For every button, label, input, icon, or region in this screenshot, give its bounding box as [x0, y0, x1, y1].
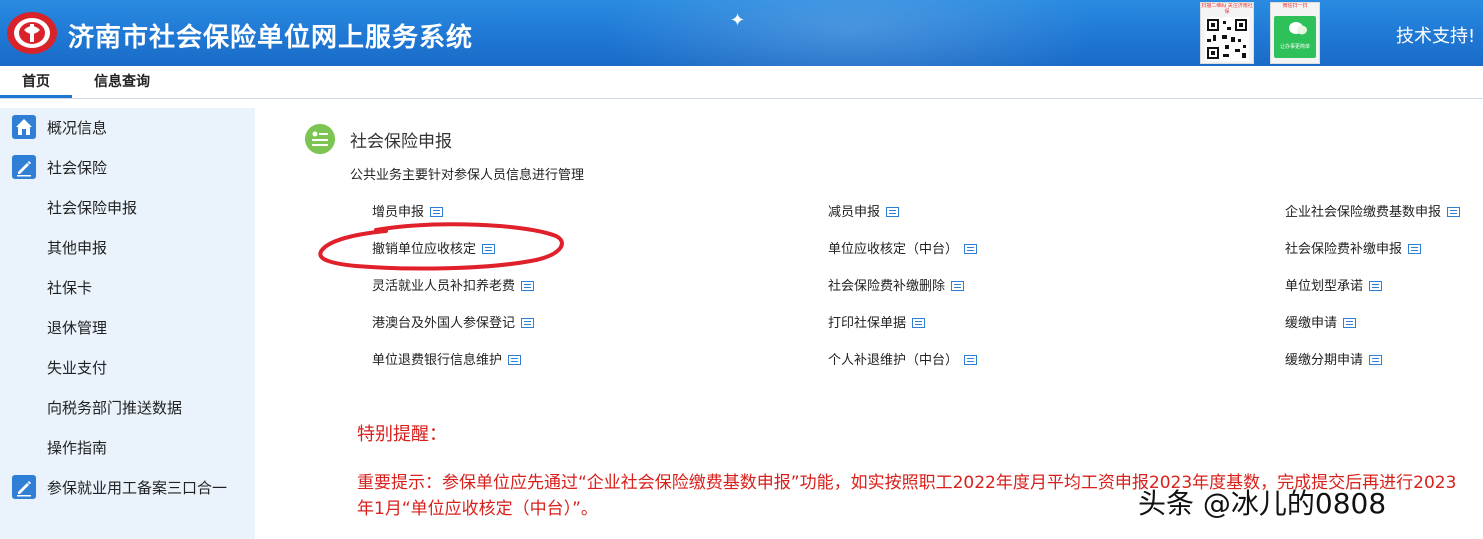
sidebar-item-si-declare[interactable]: 社会保险申报	[0, 188, 255, 228]
site-title: 济南市社会保险单位网上服务系统	[68, 23, 474, 53]
service-link[interactable]: 社会保险费补缴申报	[1285, 238, 1422, 257]
service-label: 单位应收核定（中台）	[828, 242, 959, 257]
document-icon	[964, 355, 978, 365]
social-security-logo-icon	[7, 12, 57, 54]
annotation-circle	[318, 222, 564, 271]
top-nav: 首页 信息查询	[0, 66, 1483, 99]
wechat-scan-card: 微信扫一扫 让办事更简单	[1270, 2, 1320, 64]
sidebar-item-other-declare[interactable]: 其他申报	[0, 228, 255, 268]
wechat-sub: 让办事更简单	[1279, 44, 1310, 50]
sidebar-item-tax-push[interactable]: 向税务部门推送数据	[0, 388, 255, 428]
document-icon	[1369, 355, 1383, 365]
qr-code-follow: 扫描二维码 关注济南社保	[1200, 2, 1254, 64]
qr2-caption: 微信扫一扫	[1282, 3, 1308, 9]
sidebar-item-label: 失业支付	[47, 359, 108, 377]
service-label: 减员申报	[828, 205, 881, 220]
service-label: 社会保险费补缴删除	[828, 279, 946, 294]
document-icon	[1369, 281, 1383, 291]
edit-icon	[12, 155, 36, 179]
sidebar-item-employment-filing[interactable]: 参保就业用工备案三口合一	[0, 468, 255, 508]
service-label: 缓缴分期申请	[1285, 353, 1364, 368]
service-label: 单位退费银行信息维护	[372, 353, 503, 368]
list-icon	[305, 124, 335, 154]
service-link[interactable]: 打印社保单据	[828, 312, 926, 331]
service-link[interactable]: 港澳台及外国人参保登记	[372, 312, 535, 331]
service-link[interactable]: 单位应收核定（中台）	[828, 238, 978, 257]
banner-glow	[600, 0, 1100, 66]
service-label: 社会保险费补缴申报	[1285, 242, 1403, 257]
home-icon	[12, 115, 36, 139]
tab-home[interactable]: 首页	[0, 66, 72, 98]
sidebar-item-label: 社会保险	[47, 159, 108, 177]
sidebar-item-social-insurance[interactable]: 社会保险	[0, 148, 255, 188]
sidebar-item-label: 社保卡	[47, 279, 93, 297]
wechat-panel: 让办事更简单	[1274, 16, 1316, 58]
service-link[interactable]: 灵活就业人员补扣养老费	[372, 275, 535, 294]
document-icon	[521, 281, 535, 291]
service-label: 增员申报	[372, 205, 425, 220]
sidebar-item-unemployment[interactable]: 失业支付	[0, 348, 255, 388]
tech-support-text: 技术支持!	[1396, 26, 1476, 47]
service-link[interactable]: 企业社会保险缴费基数申报	[1285, 201, 1461, 220]
service-link[interactable]: 单位退费银行信息维护	[372, 349, 522, 368]
service-label: 单位划型承诺	[1285, 279, 1364, 294]
sidebar-item-label: 概况信息	[47, 119, 108, 137]
sidebar-item-label: 参保就业用工备案三口合一	[47, 479, 228, 497]
sidebar-item-si-card[interactable]: 社保卡	[0, 268, 255, 308]
document-icon	[430, 207, 444, 217]
service-link[interactable]: 增员申报	[372, 201, 444, 220]
service-link[interactable]: 个人补退维护（中台）	[828, 349, 978, 368]
document-icon	[521, 318, 535, 328]
document-icon	[1447, 207, 1461, 217]
wechat-icon	[1289, 22, 1307, 35]
tab-info-query[interactable]: 信息查询	[80, 66, 164, 98]
sidebar-item-overview[interactable]: 概况信息	[0, 108, 255, 148]
section-description: 公共业务主要针对参保人员信息进行管理	[350, 168, 585, 183]
watermark: 头条 @冰儿的0808	[1138, 487, 1387, 520]
header-banner: 济南市社会保险单位网上服务系统 ✦ 扫描二维码 关注济南社保 微信扫一扫 让办事…	[0, 0, 1483, 66]
qr-code-icon	[1205, 17, 1249, 61]
service-label: 港澳台及外国人参保登记	[372, 316, 516, 331]
sparkle-icon: ✦	[730, 10, 746, 31]
edit-icon	[12, 475, 36, 499]
reminder-title: 特别提醒：	[357, 424, 447, 445]
sidebar-item-retirement[interactable]: 退休管理	[0, 308, 255, 348]
service-label: 缓缴申请	[1285, 316, 1338, 331]
service-link[interactable]: 缓缴申请	[1285, 312, 1357, 331]
document-icon	[951, 281, 965, 291]
document-icon	[912, 318, 926, 328]
section-title: 社会保险申报	[350, 132, 452, 152]
document-icon	[886, 207, 900, 217]
service-link[interactable]: 减员申报	[828, 201, 900, 220]
sidebar-item-guide[interactable]: 操作指南	[0, 428, 255, 468]
sidebar-item-label: 其他申报	[47, 239, 108, 257]
service-label: 打印社保单据	[828, 316, 907, 331]
document-icon	[1408, 244, 1422, 254]
sidebar: 概况信息 社会保险 社会保险申报 其他申报 社保卡 退休管理 失业支付 向税务部…	[0, 108, 255, 539]
sidebar-item-label: 退休管理	[47, 319, 108, 337]
service-label: 企业社会保险缴费基数申报	[1285, 205, 1442, 220]
service-label: 灵活就业人员补扣养老费	[372, 279, 516, 294]
service-link[interactable]: 缓缴分期申请	[1285, 349, 1383, 368]
document-icon	[508, 355, 522, 365]
sidebar-item-label: 向税务部门推送数据	[47, 399, 183, 417]
service-label: 个人补退维护（中台）	[828, 353, 959, 368]
document-icon	[1343, 318, 1357, 328]
service-link[interactable]: 社会保险费补缴删除	[828, 275, 965, 294]
qr1-caption: 扫描二维码 关注济南社保	[1201, 3, 1253, 15]
sidebar-item-label: 操作指南	[47, 439, 108, 457]
document-icon	[964, 244, 978, 254]
service-link[interactable]: 单位划型承诺	[1285, 275, 1383, 294]
sidebar-item-label: 社会保险申报	[47, 199, 138, 217]
